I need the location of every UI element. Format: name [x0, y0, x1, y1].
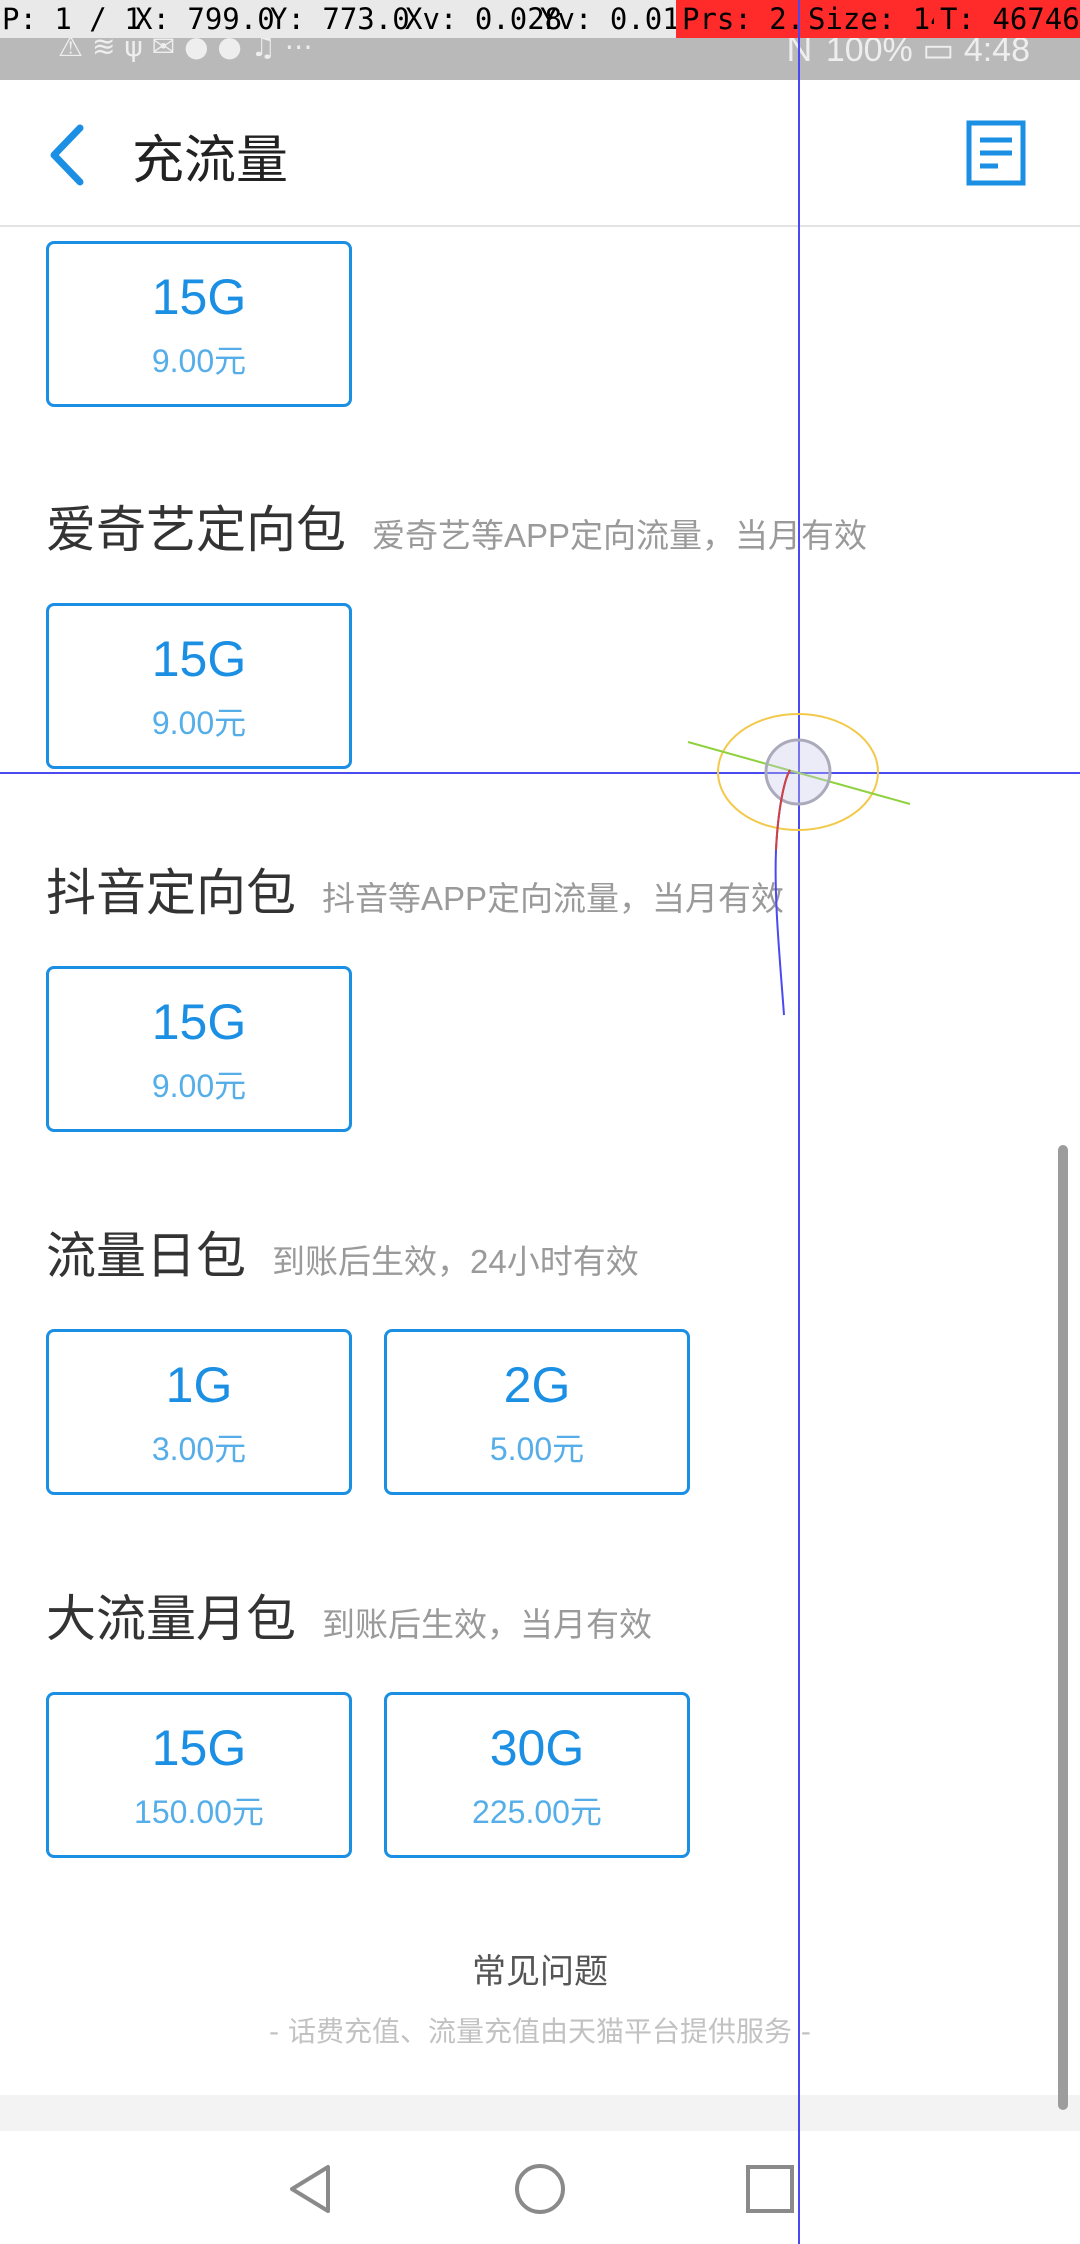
touch-trace-overlay — [687, 713, 911, 1016]
touch-point — [764, 738, 832, 806]
touch-path — [774, 769, 791, 1016]
